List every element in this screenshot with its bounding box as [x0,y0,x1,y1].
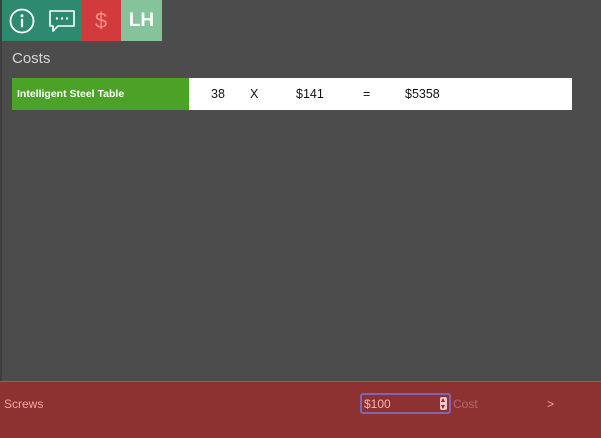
info-button[interactable] [2,0,42,41]
info-icon [9,8,35,33]
dollar-icon: $ [94,7,108,33]
cost-total: $5358 [405,87,440,101]
next-button[interactable]: > [547,397,554,411]
costs-button[interactable]: $ [81,0,121,41]
chat-bubble-icon [48,9,75,32]
cost-label: Cost [453,397,478,411]
comments-button[interactable] [42,0,81,41]
cost-row[interactable]: Intelligent Steel Table 38 X $141 = $535… [12,78,572,110]
equals-sign: = [363,87,371,101]
amount-field [360,393,451,414]
add-cost-footer: Screws Cost > [0,381,601,438]
cost-unit-price: $141 [296,87,324,101]
left-edge-divider [0,0,2,438]
cost-item-name: Intelligent Steel Table [12,78,189,110]
user-avatar-button[interactable]: LH [121,0,162,41]
multiply-sign: X [250,87,259,101]
avatar: LH [128,9,155,31]
stepper-up-icon [441,398,445,402]
section-title: Costs [12,50,51,67]
amount-input[interactable] [363,395,437,412]
app-window: $ LH Costs Intelligent Steel Table 38 X … [0,0,601,438]
stepper-down-icon [441,405,445,409]
amount-stepper[interactable] [440,397,447,410]
toolbar: $ LH [2,0,162,41]
footer-item-label: Screws [4,397,44,411]
cost-quantity: 38 [211,87,225,101]
